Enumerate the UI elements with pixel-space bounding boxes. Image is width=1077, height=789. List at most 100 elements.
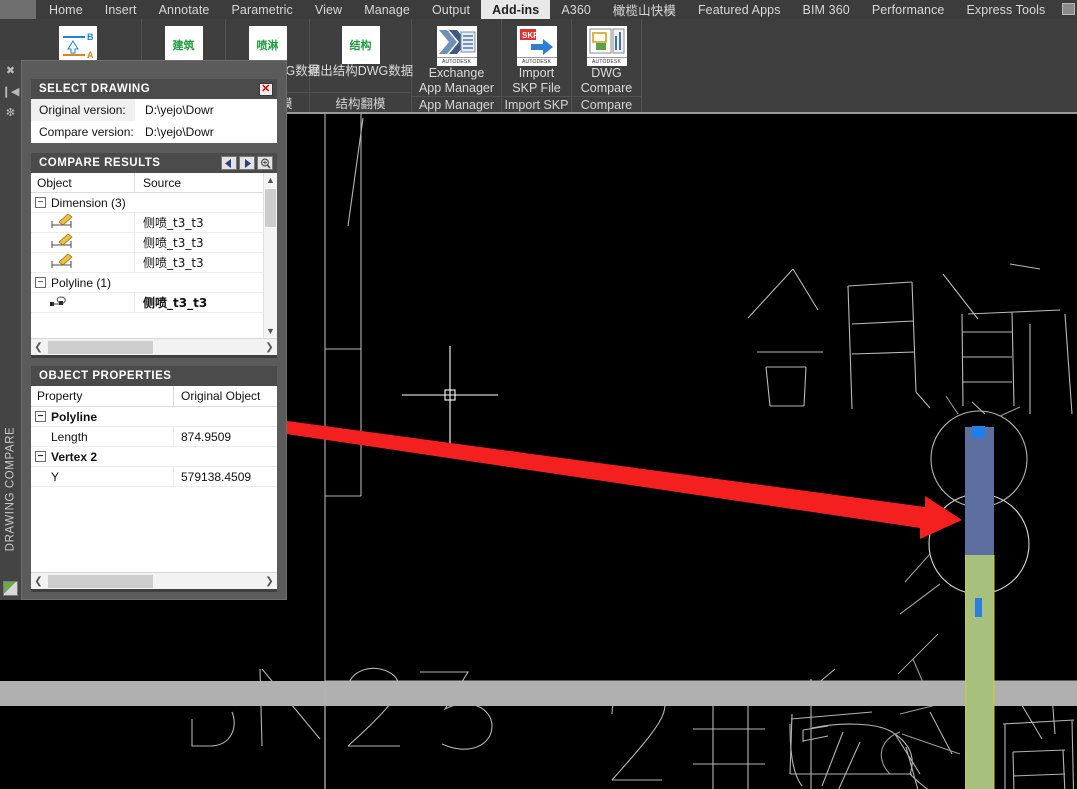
compare-results-source-cell: 侧喷_t3_t3 <box>143 216 204 230</box>
grip-point <box>975 598 982 617</box>
minimize-ribbon-icon[interactable] <box>1062 3 1075 15</box>
ribbon-tab-express-tools[interactable]: Express Tools <box>955 0 1056 19</box>
scroll-right-icon[interactable]: ❯ <box>262 342 277 353</box>
ribbon-tab-annotate[interactable]: Annotate <box>148 0 221 19</box>
property-row[interactable]: Length 874.9509 <box>31 427 277 447</box>
polyline-icon <box>31 293 135 312</box>
panel-structure-button[interactable]: 结构 导出结构DWG数据 <box>308 26 413 79</box>
chinese-glyph-icon: 建筑 <box>172 39 195 52</box>
compare-results-section: COMPARE RESULTS Object Source − Dimensio… <box>31 153 277 358</box>
object-properties-grid[interactable]: Property Original Object − Polyline Length… <box>31 386 277 572</box>
select-drawing-key: Original version: <box>31 99 135 121</box>
property-group-row[interactable]: − Vertex 2 <box>31 447 277 467</box>
previous-difference-button[interactable] <box>221 156 237 170</box>
ribbon-tab-featured-apps[interactable]: Featured Apps <box>687 0 792 19</box>
ribbon-tab-performance[interactable]: Performance <box>861 0 956 19</box>
panel-app-manager-label: App Manager <box>412 96 501 112</box>
chinese-glyph-icon: 结构 <box>349 39 372 52</box>
ribbon-tab-bar: Home Insert Annotate Parametric View Manage Ou… <box>0 0 1077 19</box>
ribbon-tab-insert[interactable]: Insert <box>94 0 148 19</box>
results-horizontal-scrollbar[interactable]: ❮ ❯ <box>31 338 277 355</box>
ribbon-tab-橄榄山快模[interactable]: 橄榄山快模 <box>602 0 687 19</box>
drawing-compare-palette: SELECT DRAWING ✕ Original version: D:\yej… <box>21 60 287 600</box>
compare-results-column-headers: Object Source <box>31 173 277 193</box>
autohide-icon[interactable]: ❙◀ <box>0 81 21 102</box>
compare-results-row-list: − Dimension (3) 侧喷_t3_t3 侧喷_t3_t3 侧喷_t3_t3− P… <box>31 193 277 313</box>
scroll-thumb[interactable] <box>48 574 153 588</box>
compare-results-group-row[interactable]: − Dimension (3) <box>31 193 277 213</box>
panel-structure: 结构 导出结构DWG数据结构翻模 <box>308 19 413 112</box>
object-properties-section: OBJECT PROPERTIES Property Original Obje… <box>31 366 277 592</box>
unchanged-object-highlight <box>965 555 994 789</box>
properties-horizontal-scrollbar[interactable]: ❮ ❯ <box>31 572 277 589</box>
collapse-icon[interactable]: − <box>35 411 46 422</box>
ribbon-tab-manage[interactable]: Manage <box>353 0 421 19</box>
select-drawing-section: SELECT DRAWING ✕ Original version: D:\yej… <box>31 79 277 143</box>
group-cell: − Polyline <box>31 407 277 426</box>
compare-results-group-row[interactable]: − Polyline (1) <box>31 273 277 293</box>
application-menu-button[interactable] <box>0 0 36 19</box>
collapse-icon[interactable]: − <box>35 277 46 288</box>
scroll-down-icon[interactable]: ▼ <box>264 324 277 338</box>
ribbon-tab-view[interactable]: View <box>304 0 353 19</box>
panel-app-manager-button[interactable]: AUTODESK Exchange App Manager <box>412 26 501 96</box>
results-vertical-scrollbar[interactable]: ▲ ▼ <box>263 173 277 338</box>
panel-import-skp-button[interactable]: SKP AUTODESK Import SKP File <box>502 26 571 96</box>
ribbon-tab-home[interactable]: Home <box>38 0 94 19</box>
group-cell: − Dimension (3) <box>31 193 277 212</box>
panel-compare-button[interactable]: AUTODESK DWG Compare <box>572 26 641 96</box>
panel-structure-icon: 结构 <box>341 26 380 64</box>
next-difference-button[interactable] <box>239 156 255 170</box>
scroll-thumb[interactable] <box>48 340 153 354</box>
compare-results-row[interactable]: 侧喷_t3_t3 <box>31 293 277 313</box>
palette-thumbnail-icon[interactable] <box>3 581 18 596</box>
ribbon-tab-parametric[interactable]: Parametric <box>220 0 303 19</box>
select-drawing-key: Compare version: <box>31 121 135 143</box>
ribbon-tab-bim-360[interactable]: BIM 360 <box>792 0 861 19</box>
scroll-up-icon[interactable]: ▲ <box>264 173 277 187</box>
exchange-app-manager-icon: AUTODESK <box>436 26 477 66</box>
panel-sprinkler-icon: 喷淋 <box>248 26 287 64</box>
collapse-icon[interactable]: − <box>35 451 46 462</box>
property-row[interactable]: Y 579138.4509 <box>31 467 277 487</box>
properties-icon[interactable]: ❇ <box>0 102 21 123</box>
scroll-thumb[interactable] <box>265 189 276 227</box>
zoom-to-object-button[interactable] <box>257 156 273 170</box>
select-drawing-path[interactable]: D:\yejo\Dowr <box>135 103 277 117</box>
property-name-cell: Length <box>31 427 174 446</box>
dimension-icon <box>31 253 135 272</box>
panel-app-manager-caption: App Manager <box>418 81 495 95</box>
chinese-glyph-icon: 喷淋 <box>256 39 279 52</box>
property-value-cell: 874.9509 <box>181 429 232 444</box>
compare-results-row[interactable]: 侧喷_t3_t3 <box>31 233 277 253</box>
group-cell: − Polyline (1) <box>31 273 277 292</box>
compare-results-title: COMPARE RESULTS <box>39 157 161 169</box>
dimension-icon <box>31 233 135 252</box>
ribbon-tab-add-ins[interactable]: Add-ins <box>481 0 551 19</box>
panel-compare-caption: DWG <box>591 66 622 80</box>
compare-results-row[interactable]: 侧喷_t3_t3 <box>31 253 277 273</box>
panel-structure-label: 结构翻模 <box>310 92 411 112</box>
grip-point <box>972 426 985 438</box>
select-drawing-row[interactable]: Original version: D:\yejo\Dowr <box>31 99 277 121</box>
property-group-label: Vertex 2 <box>51 449 98 464</box>
scroll-right-icon[interactable]: ❯ <box>262 576 277 587</box>
compare-results-grid[interactable]: Object Source − Dimension (3) 侧喷_t3_t3 侧喷_t… <box>31 173 277 338</box>
scroll-left-icon[interactable]: ❮ <box>31 342 46 353</box>
property-group-row[interactable]: − Polyline <box>31 407 277 427</box>
ribbon-tab-output[interactable]: Output <box>421 0 481 19</box>
close-icon[interactable]: ✕ <box>259 82 273 96</box>
panel-import-skp-label: Import SKP <box>502 96 571 112</box>
scroll-track[interactable] <box>46 340 262 354</box>
ribbon-tab-a360[interactable]: A360 <box>550 0 602 19</box>
compare-results-row[interactable]: 侧喷_t3_t3 <box>31 213 277 233</box>
close-icon[interactable]: ✖ <box>0 60 21 81</box>
compare-results-source-cell: 侧喷_t3_t3 <box>143 256 204 270</box>
compare-results-source-cell: 侧喷_t3_t3 <box>143 236 204 250</box>
dwg-compare-icon: AUTODESK <box>586 26 627 66</box>
select-drawing-row[interactable]: Compare version: D:\yejo\Dowr <box>31 121 277 143</box>
collapse-icon[interactable]: − <box>35 197 46 208</box>
select-drawing-path[interactable]: D:\yejo\Dowr <box>135 125 277 139</box>
scroll-track[interactable] <box>46 574 262 588</box>
scroll-left-icon[interactable]: ❮ <box>31 576 46 587</box>
